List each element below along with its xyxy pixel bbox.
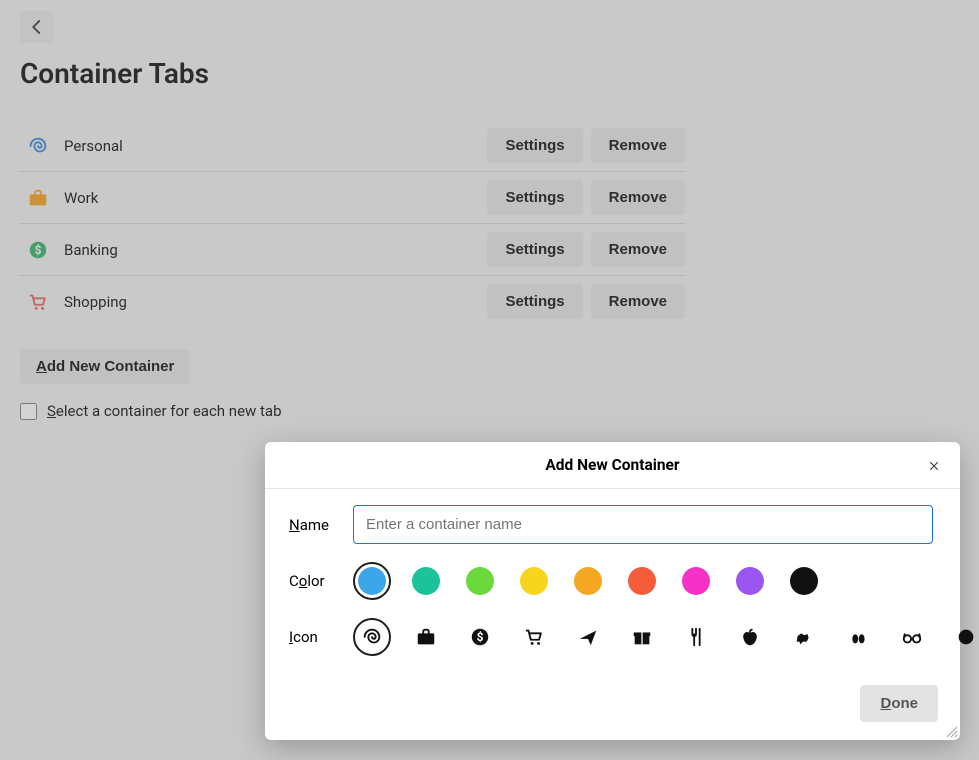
dollar-icon: $	[466, 623, 494, 651]
footprint-icon	[844, 623, 872, 651]
color-swatch-row	[353, 562, 979, 600]
cart-icon	[520, 623, 548, 651]
icon-option-spiral[interactable]	[353, 618, 391, 656]
dialog-close-button[interactable]	[922, 454, 946, 478]
color-swatch[interactable]	[515, 562, 553, 600]
svg-text:$: $	[477, 630, 484, 644]
color-swatch[interactable]	[785, 562, 823, 600]
icon-label: Icon	[289, 628, 353, 646]
icon-option-glasses[interactable]	[893, 618, 931, 656]
icon-option-cart[interactable]	[515, 618, 553, 656]
circle-icon	[952, 623, 979, 651]
icon-option-fork[interactable]	[677, 618, 715, 656]
color-label: Color	[289, 572, 353, 590]
icon-option-circle[interactable]	[947, 618, 979, 656]
icon-option-plane[interactable]	[569, 618, 607, 656]
color-swatch[interactable]	[569, 562, 607, 600]
dialog-title: Add New Container	[265, 442, 960, 489]
container-name-input[interactable]	[353, 505, 933, 544]
color-swatch[interactable]	[461, 562, 499, 600]
color-swatch[interactable]	[407, 562, 445, 600]
plane-icon	[574, 623, 602, 651]
icon-option-apple[interactable]	[731, 618, 769, 656]
name-label: Name	[289, 516, 353, 534]
icon-option-dog[interactable]	[785, 618, 823, 656]
fork-icon	[682, 623, 710, 651]
add-container-dialog: Add New Container Name Color Icon $ Done	[265, 442, 960, 740]
dog-icon	[790, 623, 818, 651]
gift-icon	[628, 623, 656, 651]
icon-option-gift[interactable]	[623, 618, 661, 656]
resize-handle-icon[interactable]	[946, 726, 958, 738]
done-button[interactable]: Done	[860, 685, 938, 722]
close-icon	[928, 457, 940, 475]
glasses-icon	[898, 623, 926, 651]
color-swatch[interactable]	[353, 562, 391, 600]
icon-picker-row: $	[353, 618, 979, 656]
color-swatch[interactable]	[623, 562, 661, 600]
color-swatch[interactable]	[677, 562, 715, 600]
briefcase-icon	[412, 623, 440, 651]
icon-option-dollar[interactable]: $	[461, 618, 499, 656]
apple-icon	[736, 623, 764, 651]
icon-option-footprint[interactable]	[839, 618, 877, 656]
icon-option-briefcase[interactable]	[407, 618, 445, 656]
color-swatch[interactable]	[731, 562, 769, 600]
spiral-icon	[358, 623, 386, 651]
